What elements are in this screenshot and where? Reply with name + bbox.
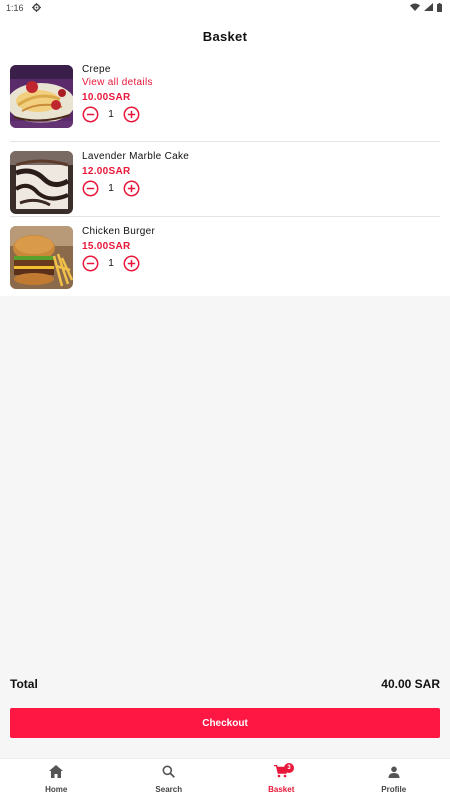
battery-icon xyxy=(437,2,442,14)
quantity-stepper: 1 xyxy=(82,106,153,123)
item-name: Chicken Burger xyxy=(82,226,156,237)
divider xyxy=(10,216,440,217)
quantity-value: 1 xyxy=(108,258,114,269)
nav-item-search[interactable]: Search xyxy=(113,759,226,800)
nav-item-profile[interactable]: Profile xyxy=(338,759,450,800)
quantity-stepper: 1 xyxy=(82,255,155,272)
nav-label: Profile xyxy=(381,785,407,794)
status-time: 1:16 xyxy=(6,3,24,13)
cart-item: Chicken Burger 15.00SAR 1 xyxy=(0,226,450,291)
status-bar: 1:16 xyxy=(0,0,450,16)
total-value: 40.00 SAR xyxy=(381,677,440,691)
total-label: Total xyxy=(10,677,38,691)
app-header: Basket xyxy=(0,16,450,56)
nav-label: Home xyxy=(45,785,68,794)
home-icon xyxy=(49,765,64,783)
minus-circle-icon[interactable] xyxy=(82,180,99,197)
cart-count-badge: 3 xyxy=(284,763,294,773)
cart-item-info: Lavender Marble Cake 12.00SAR 1 xyxy=(82,151,189,197)
item-name: Crepe xyxy=(82,64,111,75)
plus-circle-icon[interactable] xyxy=(123,180,140,197)
wifi-icon xyxy=(410,3,420,13)
cart-item-info: Crepe View all details 10.00SAR 1 xyxy=(82,64,153,123)
nav-label: Search xyxy=(155,785,183,794)
quantity-value: 1 xyxy=(108,109,114,120)
checkout-button[interactable]: Checkout xyxy=(10,708,440,738)
item-price: 10.00SAR xyxy=(82,92,131,103)
settings-gear-icon xyxy=(31,2,41,14)
burger-thumbnail[interactable] xyxy=(10,226,73,289)
nav-item-home[interactable]: Home xyxy=(0,759,113,800)
divider xyxy=(10,141,440,142)
item-name: Lavender Marble Cake xyxy=(82,151,190,162)
marble-cake-thumbnail[interactable] xyxy=(10,151,73,214)
signal-icon xyxy=(424,3,433,13)
item-price: 15.00SAR xyxy=(82,241,131,252)
total-row: Total 40.00 SAR xyxy=(10,677,440,691)
minus-circle-icon[interactable] xyxy=(82,106,99,123)
search-icon xyxy=(162,765,176,783)
cart-list: Crepe View all details 10.00SAR 1 Lavend… xyxy=(0,56,450,296)
crepe-thumbnail[interactable] xyxy=(10,65,73,128)
cart-item: Crepe View all details 10.00SAR 1 xyxy=(0,64,450,136)
bottom-nav: Home Search 3 Basket Profile xyxy=(0,758,450,800)
plus-circle-icon[interactable] xyxy=(123,106,140,123)
quantity-value: 1 xyxy=(108,183,114,194)
quantity-stepper: 1 xyxy=(82,180,189,197)
minus-circle-icon[interactable] xyxy=(82,255,99,272)
cart-item-info: Chicken Burger 15.00SAR 1 xyxy=(82,226,155,272)
item-price: 12.00SAR xyxy=(82,166,131,177)
view-details-link[interactable]: View all details xyxy=(82,77,153,88)
nav-label: Basket xyxy=(268,785,295,794)
cart-item: Lavender Marble Cake 12.00SAR 1 xyxy=(0,151,450,216)
nav-item-basket[interactable]: 3 Basket xyxy=(225,759,338,800)
page-title: Basket xyxy=(202,28,248,44)
plus-circle-icon[interactable] xyxy=(123,255,140,272)
profile-icon xyxy=(388,765,400,783)
